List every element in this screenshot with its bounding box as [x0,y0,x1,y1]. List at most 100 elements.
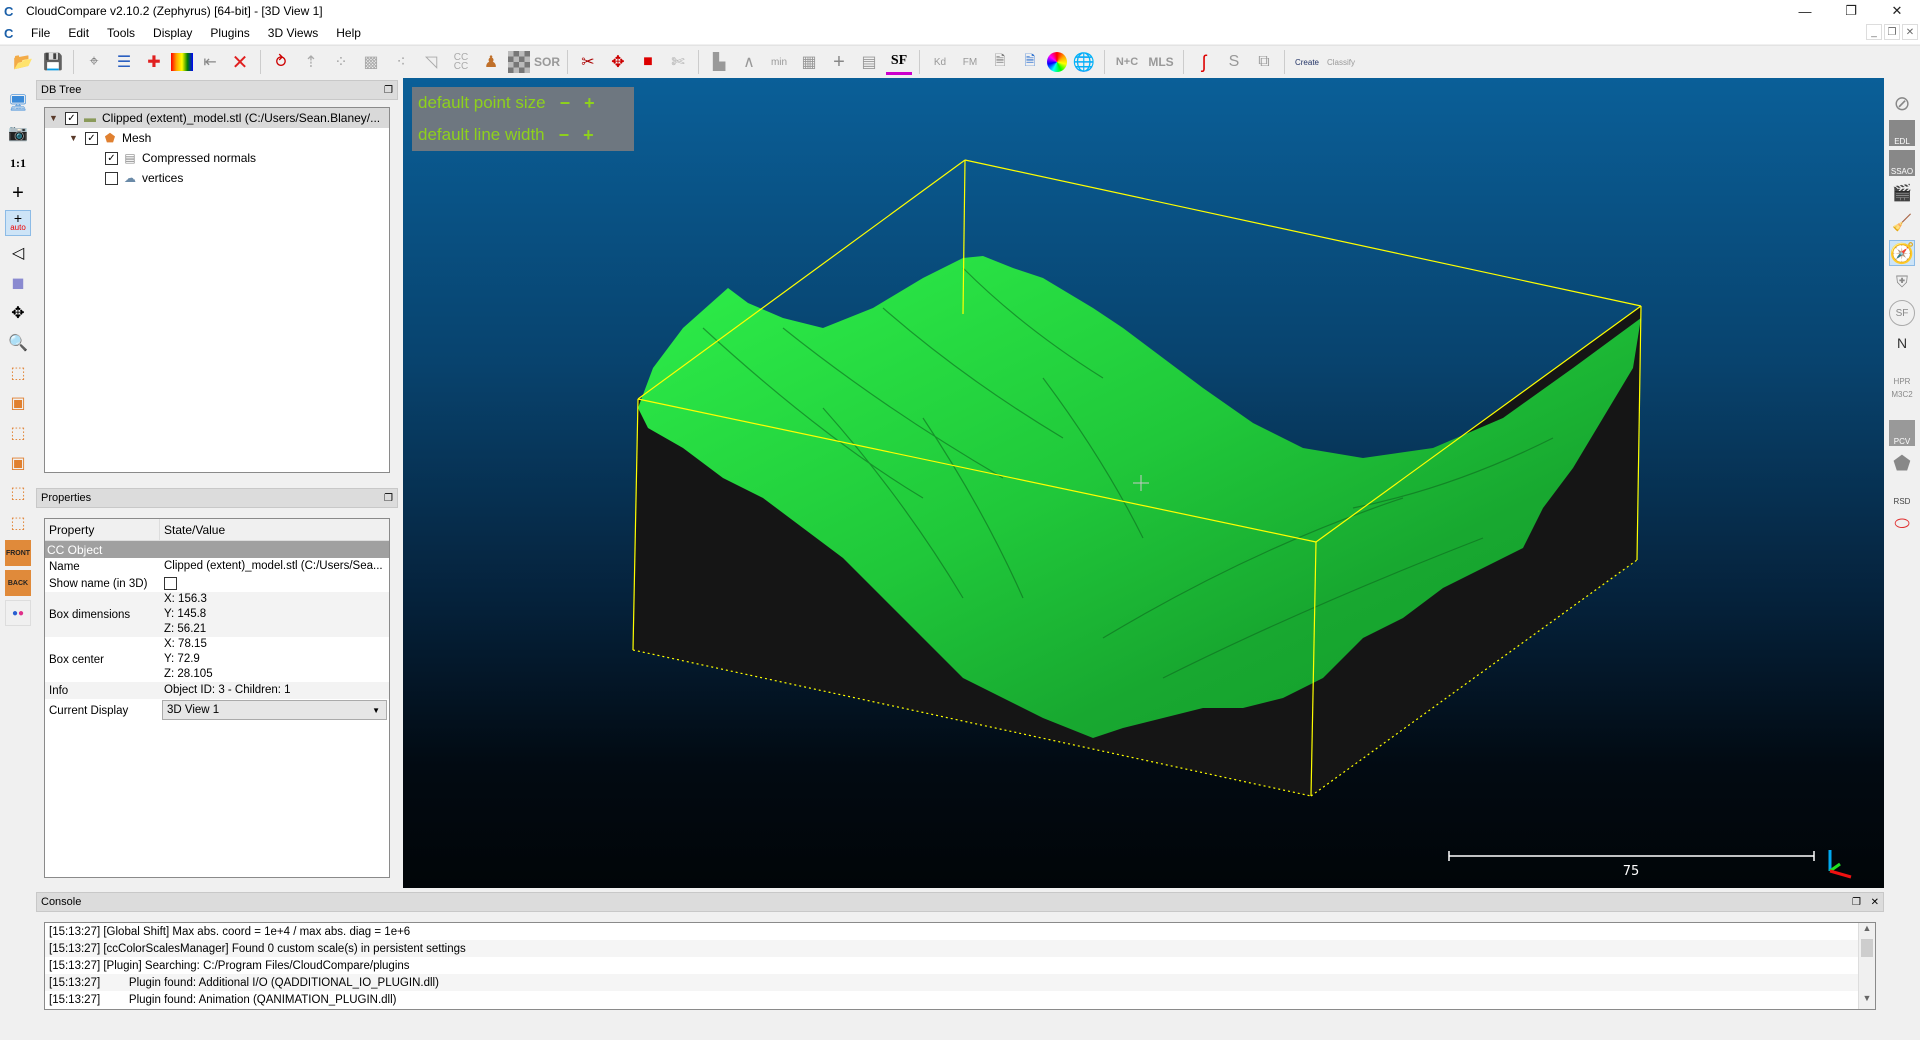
perspective-icon[interactable]: ◁ [5,240,31,266]
subsample-icon[interactable]: ⁘ [328,49,354,75]
ellipse-icon[interactable]: ⬭ [1889,510,1915,536]
menu-plugins[interactable]: Plugins [201,26,258,40]
top-view-icon[interactable]: ⬚ [5,360,31,386]
cloud-mesh-icon[interactable]: ◹ [418,49,444,75]
m3c2-icon[interactable]: M3C2 [1889,390,1915,416]
checker-icon[interactable] [508,51,530,73]
visibility-checkbox[interactable]: ✓ [65,111,78,125]
delete-icon[interactable]: ✕ [227,49,253,75]
tree-item-mesh[interactable]: ▼ ✓ ⬟ Mesh [45,128,389,148]
s-curve-icon[interactable]: ʃ [1191,49,1217,75]
3d-view[interactable]: 75 default point size − + default line w… [403,78,1884,888]
shield-icon[interactable]: ⛨ [1889,270,1915,296]
color-wheel-icon[interactable] [1047,52,1067,72]
color-scale-icon[interactable] [171,53,193,71]
close-button[interactable]: ✕ [1874,0,1920,22]
clone-icon[interactable]: ⧉ [1251,49,1277,75]
add-point-icon[interactable]: ✚ [141,49,167,75]
translate-rotate-icon[interactable]: ✥ [605,49,631,75]
back-view-icon[interactable]: ▣ [5,450,31,476]
line-width-increase-button[interactable]: + [583,125,594,146]
crop-icon[interactable]: ■ [635,49,661,75]
plus-icon[interactable]: + [826,49,852,75]
tree-item-clipped-model[interactable]: ▼ ✓ ▬ Clipped (extent)_model.stl (C:/Use… [45,108,389,128]
tree-item-compressed-normals[interactable]: ✓ ▤ Compressed normals [45,148,389,168]
mdi-restore-button[interactable]: ❐ [1884,24,1900,40]
right-view-icon[interactable]: ⬚ [5,480,31,506]
hpr-icon[interactable]: HPR [1889,360,1915,386]
sf-icon[interactable]: SF [886,49,912,75]
canupo-create-icon[interactable]: Create [1292,49,1322,75]
visibility-checkbox[interactable] [105,171,118,185]
globe-icon[interactable]: 🌐 [1071,49,1097,75]
column-header-value[interactable]: State/Value [160,519,225,540]
float-panel-icon[interactable]: ❐ [384,493,393,504]
console-scrollbar[interactable]: ▲ ▼ [1858,923,1875,1009]
point-size-decrease-button[interactable]: − [560,93,571,114]
minimize-button[interactable]: — [1782,0,1828,22]
menu-edit[interactable]: Edit [59,26,98,40]
register-icon[interactable]: ⥁ [268,49,294,75]
bottom-view-icon[interactable]: ⬚ [5,510,31,536]
stats-icon[interactable]: ∧ [736,49,762,75]
minmax-icon[interactable]: min [766,49,792,75]
menu-display[interactable]: Display [144,26,201,40]
segment-icon[interactable]: ✂ [575,49,601,75]
expand-arrow-icon[interactable]: ▼ [69,133,81,143]
s-path-icon[interactable]: S [1221,49,1247,75]
point-size-increase-button[interactable]: + [584,93,595,114]
kd-icon[interactable]: Kd [927,49,953,75]
current-display-select[interactable]: 3D View 1 ▼ [162,700,387,720]
visibility-checkbox[interactable]: ✓ [85,131,98,145]
float-panel-icon[interactable]: ❐ [1852,897,1861,908]
cc-icon[interactable]: CC CC [448,49,474,75]
ssao-icon[interactable]: SSAO [1889,150,1915,176]
polygon-icon[interactable]: ⬟ [1889,450,1915,476]
show-name-checkbox[interactable] [164,577,177,590]
menu-file[interactable]: File [22,26,59,40]
save-icon[interactable]: 💾 [40,49,66,75]
north-icon[interactable]: N [1889,330,1915,356]
expand-arrow-icon[interactable]: ▼ [49,113,61,123]
restore-button[interactable]: ❐ [1828,0,1874,22]
compass-icon[interactable]: 🧭 [1889,240,1915,266]
rsd-icon[interactable]: RSD [1889,480,1915,506]
histogram-icon[interactable]: ▙ [706,49,732,75]
camera-icon[interactable]: 📷 [5,120,31,146]
cube-icon[interactable]: ◼ [5,270,31,296]
rotate-icon[interactable]: ✥ [5,300,31,326]
scrollbar-thumb[interactable] [1861,939,1873,957]
pivot-icon[interactable]: + [5,180,31,206]
3d-scene[interactable]: 75 [403,78,1884,888]
cloud-icon[interactable]: ⁖ [388,49,414,75]
calculator-icon[interactable]: ▤ [856,49,882,75]
menu-3d-views[interactable]: 3D Views [259,26,327,40]
disable-icon[interactable]: ⊘ [1889,90,1915,116]
iso-back-icon[interactable]: BACK [5,570,31,596]
mdi-minimize-button[interactable]: _ [1866,24,1882,40]
broom-icon[interactable]: 🧹 [1889,210,1915,236]
close-panel-icon[interactable]: ✕ [1871,897,1879,908]
normal-compute-icon[interactable]: N+C [1112,49,1142,75]
menu-help[interactable]: Help [327,26,370,40]
one-to-one-icon[interactable]: 1:1 [5,150,31,176]
float-panel-icon[interactable]: ❐ [384,85,393,96]
animation-icon[interactable]: 🎬 [1889,180,1915,206]
mls-icon[interactable]: MLS [1146,49,1176,75]
sf-arithmetic-icon[interactable]: SF [1889,300,1915,326]
scroll-up-icon[interactable]: ▲ [1859,923,1875,939]
front-view-icon[interactable]: ▣ [5,390,31,416]
scroll-down-icon[interactable]: ▼ [1859,993,1875,1009]
csv-icon[interactable]: 🗎 [1017,49,1043,75]
tree-item-vertices[interactable]: ☁ vertices [45,168,389,188]
screen-icon[interactable]: 🖥 [5,90,31,116]
pivot-auto-icon[interactable]: + auto [5,210,31,236]
menu-tools[interactable]: Tools [98,26,144,40]
export-icon[interactable]: ⇤ [197,49,223,75]
iso-front-icon[interactable]: FRONT [5,540,31,566]
scissors-icon[interactable]: ✄ [665,49,691,75]
zoom-icon[interactable]: 🔍 [5,330,31,356]
canupo-classify-icon[interactable]: Classify [1326,49,1356,75]
list-icon[interactable]: ☰ [111,49,137,75]
line-width-decrease-button[interactable]: − [559,125,570,146]
